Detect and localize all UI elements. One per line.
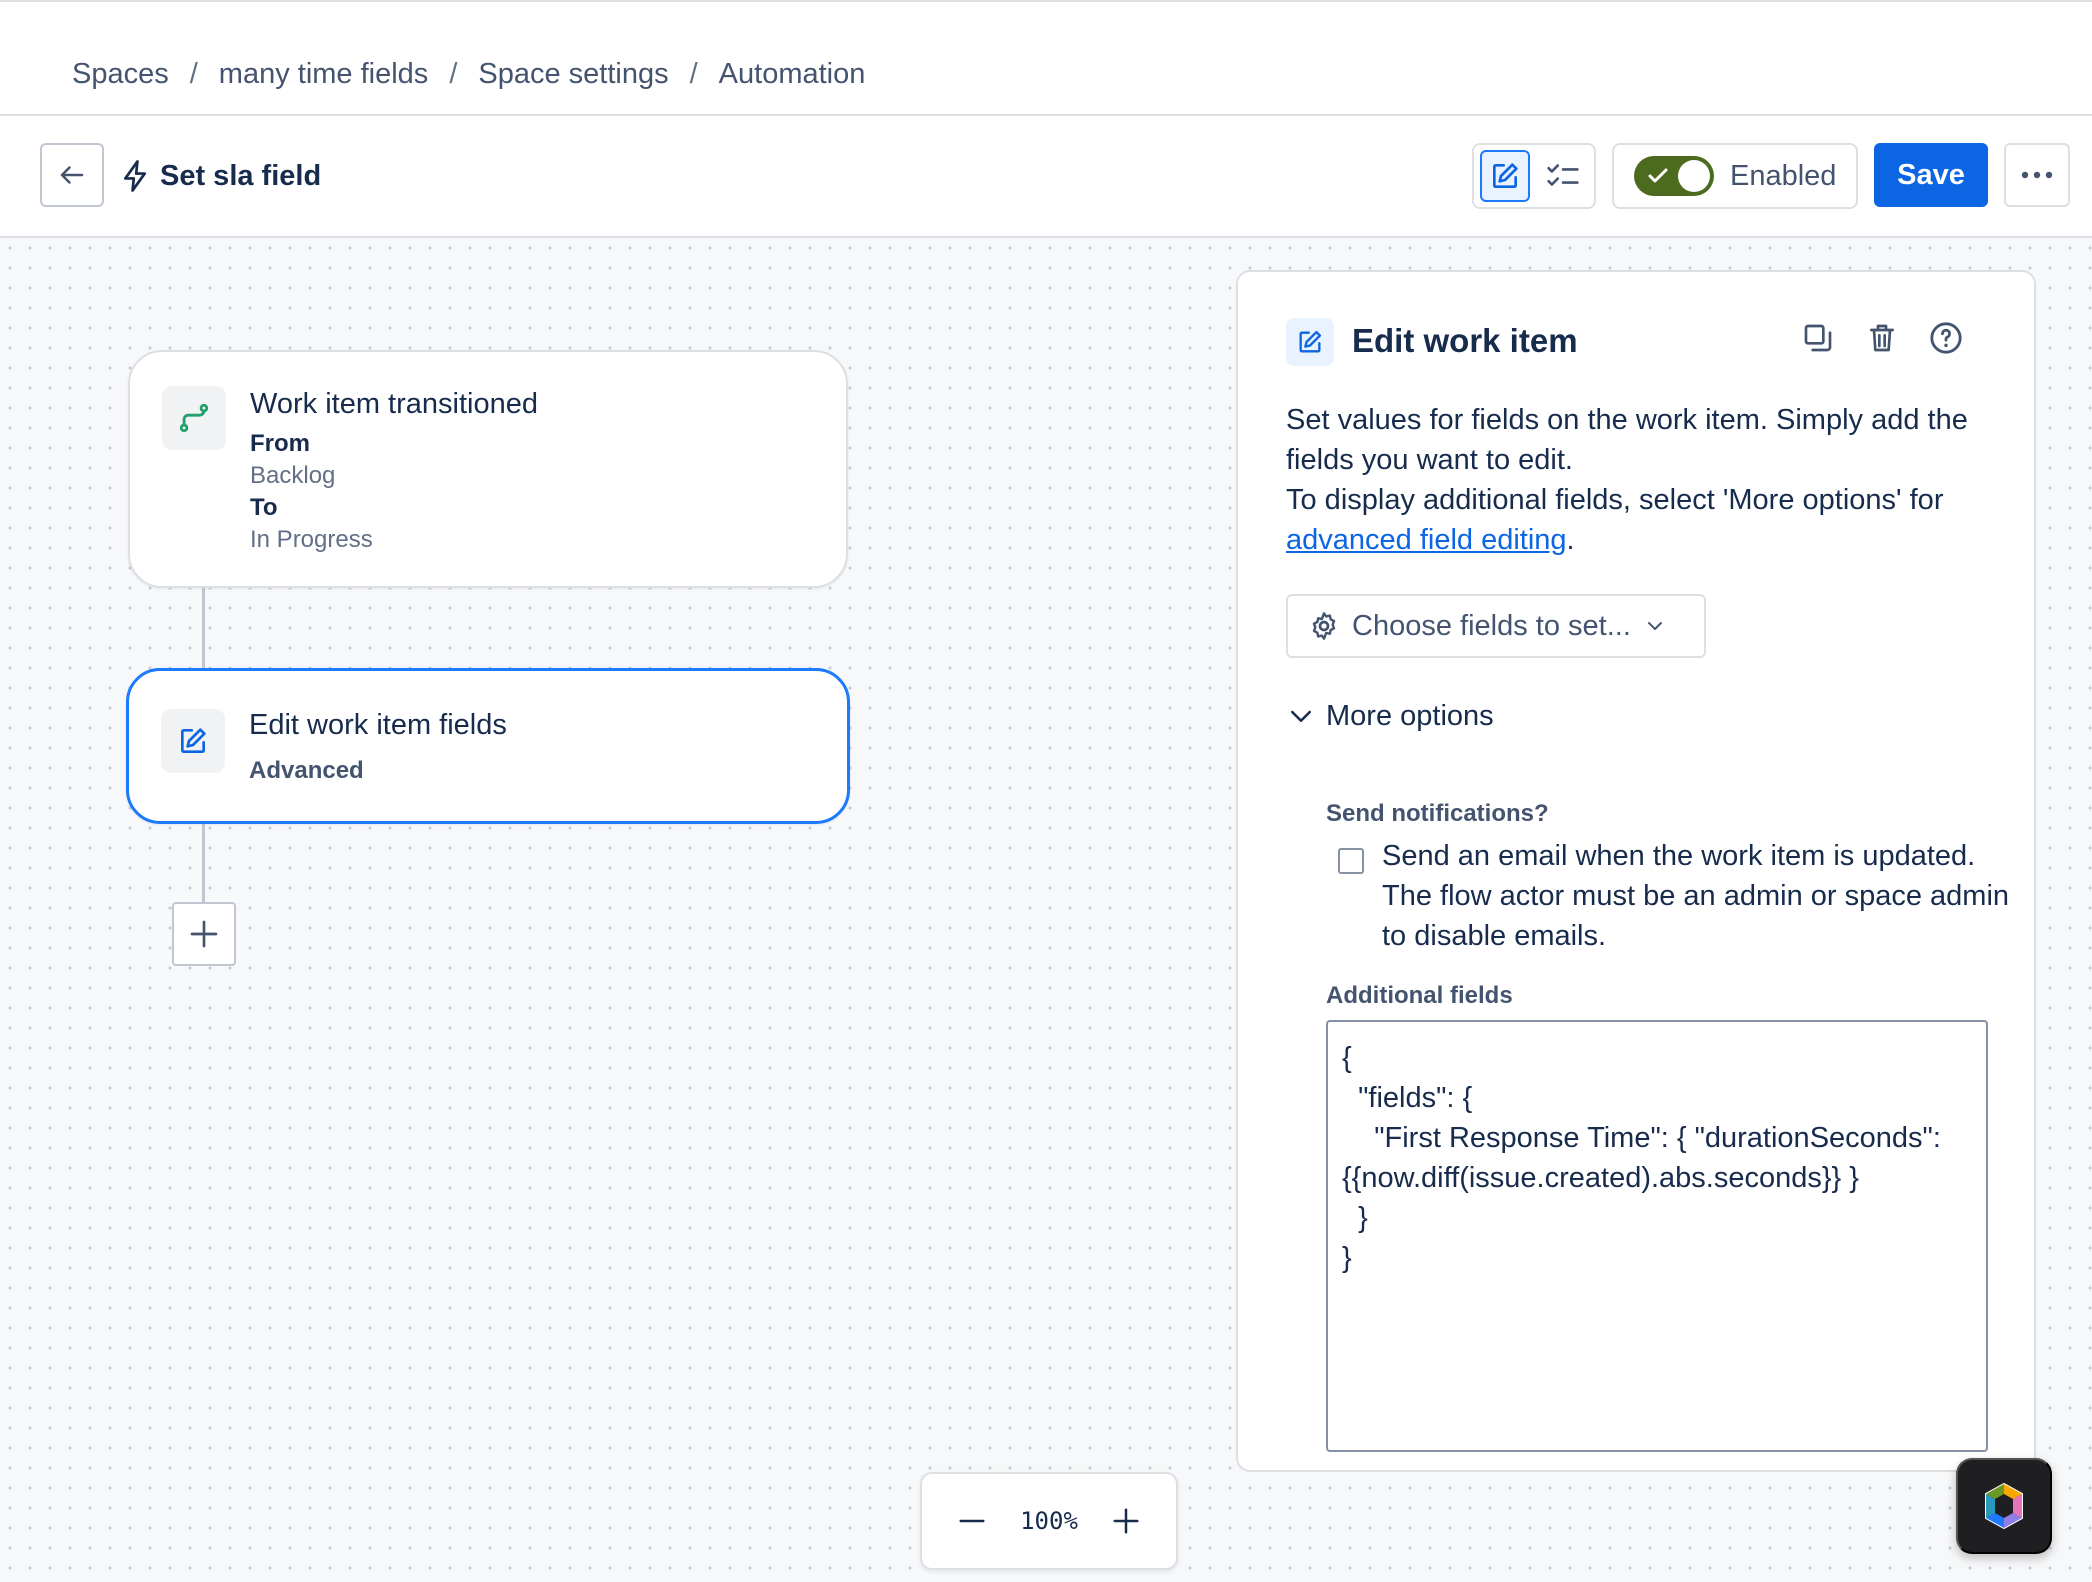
more-dots-icon: [2021, 171, 2053, 179]
choose-fields-dropdown[interactable]: Choose fields to set...: [1286, 594, 1706, 658]
add-step-button[interactable]: [172, 902, 236, 966]
help-icon: [1930, 322, 1962, 354]
zoom-in-button[interactable]: [1106, 1501, 1146, 1541]
help-button[interactable]: [1928, 320, 1964, 356]
back-arrow-icon: [60, 166, 84, 184]
panel-icon-box: [1286, 318, 1334, 366]
more-options-label: More options: [1326, 700, 1494, 732]
panel-actions: [1800, 320, 1964, 356]
trigger-icon-box: [162, 386, 226, 450]
checkmark-icon: [1648, 168, 1668, 183]
edit-pencil-icon: [181, 728, 206, 753]
rovo-icon: [1985, 1482, 2023, 1530]
rule-title: Set sla field: [120, 155, 321, 197]
save-button[interactable]: Save: [1874, 143, 1988, 207]
trigger-to-value: In Progress: [250, 526, 373, 553]
panel-description-line2: To display additional fields, select 'Mo…: [1286, 484, 1944, 556]
choose-fields-label: Choose fields to set...: [1352, 609, 1631, 642]
enabled-label: Enabled: [1730, 159, 1837, 192]
action-icon-box: [161, 709, 225, 773]
panel-title: Edit work item: [1352, 322, 1578, 359]
plus-icon: [1113, 1508, 1139, 1534]
list-view-button[interactable]: [1538, 150, 1588, 202]
advanced-field-editing-link[interactable]: advanced field editing: [1286, 524, 1567, 556]
zoom-level: 100%: [1020, 1507, 1078, 1535]
edit-pencil-icon: [1299, 330, 1322, 353]
duplicate-icon: [1804, 324, 1832, 352]
breadcrumb-space[interactable]: many time fields: [219, 58, 429, 91]
switch-knob: [1678, 160, 1710, 192]
send-notifications-checkbox[interactable]: [1338, 848, 1364, 874]
edit-pencil-icon: [1493, 163, 1518, 188]
trash-icon: [1870, 324, 1894, 352]
chevron-down-icon: [1647, 622, 1662, 630]
config-panel: Edit work item Set values for fields on …: [1236, 270, 2036, 1472]
breadcrumb-automation[interactable]: Automation: [719, 58, 866, 91]
breadcrumb: Spaces / many time fields / Space settin…: [72, 54, 865, 94]
rovo-assistant-button[interactable]: [1956, 1458, 2052, 1554]
action-subtitle: Advanced: [249, 757, 364, 784]
action-node[interactable]: Edit work item fields Advanced: [126, 668, 850, 824]
trigger-node[interactable]: Work item transitioned From Backlog To I…: [128, 350, 848, 588]
trigger-title: Work item transitioned: [250, 388, 538, 420]
transition-icon: [179, 403, 209, 433]
lightning-icon: [123, 160, 147, 192]
additional-fields-label: Additional fields: [1326, 982, 1513, 1009]
zoom-control: 100%: [920, 1472, 1178, 1570]
connector-line: [202, 822, 205, 902]
enabled-toggle-group: Enabled: [1612, 143, 1858, 209]
edit-view-button[interactable]: [1480, 150, 1531, 202]
chevron-down-icon: [1291, 710, 1311, 722]
breadcrumb-separator: /: [189, 57, 198, 90]
gear-icon: [1312, 612, 1336, 640]
zoom-out-button[interactable]: [952, 1501, 992, 1541]
breadcrumb-separator: /: [689, 57, 698, 90]
panel-description-line1: Set values for fields on the work item. …: [1286, 404, 1968, 476]
view-toggle: [1472, 143, 1596, 209]
more-actions-button[interactable]: [2004, 143, 2070, 207]
send-notifications-text: Send an email when the work item is upda…: [1382, 840, 2010, 952]
delete-button[interactable]: [1864, 320, 1900, 356]
trigger-to-label: To: [250, 494, 278, 521]
action-title: Edit work item fields: [249, 709, 507, 741]
checklist-icon: [1547, 164, 1579, 186]
send-notifications-label: Send notifications?: [1326, 800, 1549, 827]
more-options-toggle[interactable]: More options: [1286, 700, 1494, 733]
breadcrumb-space-settings[interactable]: Space settings: [478, 58, 668, 91]
rule-name: Set sla field: [160, 159, 322, 192]
trigger-from-value: Backlog: [250, 462, 336, 489]
plus-icon: [190, 920, 218, 948]
back-button[interactable]: [40, 143, 104, 207]
connector-line: [202, 588, 205, 670]
duplicate-button[interactable]: [1800, 320, 1836, 356]
top-edge: [0, 0, 2092, 2]
additional-fields-textarea[interactable]: { "fields": { "First Response Time": { "…: [1326, 1020, 1988, 1452]
enabled-switch[interactable]: [1634, 156, 1714, 196]
minus-icon: [959, 1519, 985, 1523]
header-divider: [0, 114, 2092, 116]
panel-description: Set values for fields on the work item. …: [1286, 400, 2006, 560]
breadcrumb-separator: /: [449, 57, 458, 90]
trigger-from-label: From: [250, 430, 310, 457]
breadcrumb-spaces[interactable]: Spaces: [72, 58, 169, 91]
